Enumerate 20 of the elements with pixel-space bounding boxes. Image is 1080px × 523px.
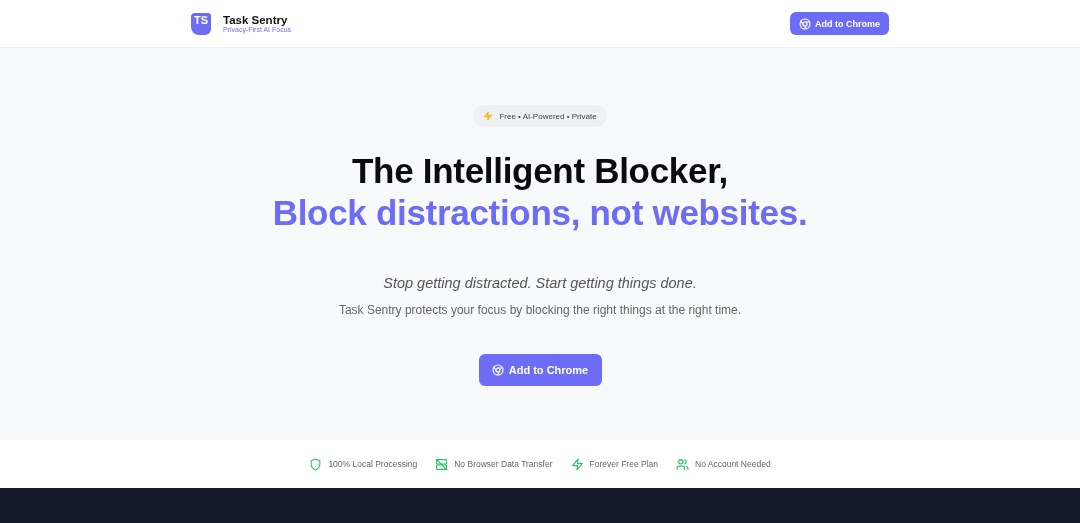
lightning-icon — [483, 111, 494, 121]
lightning-icon — [570, 457, 584, 471]
feature-label: Forever Free Plan — [589, 459, 658, 469]
hero-tagline: Stop getting distracted. Start getting things done. — [383, 275, 697, 291]
add-to-chrome-button[interactable]: Add to Chrome — [478, 354, 602, 386]
hero-title: The Intelligent Blocker, — [352, 150, 728, 192]
shield-icon — [309, 457, 323, 471]
logo: TS — [191, 12, 211, 35]
hero-subtitle-accent: Block distractions, not websites. — [272, 192, 808, 234]
chrome-icon — [491, 364, 504, 376]
users-icon — [676, 457, 689, 471]
feature-label: No Account Needed — [695, 459, 771, 469]
hero-description: Task Sentry protects your focus by blocking the right things at the right time. — [338, 303, 742, 317]
brand-name: Task Sentry — [223, 14, 288, 26]
add-to-chrome-button[interactable]: Add to Chrome — [790, 12, 889, 35]
feature-label: No Browser Data Transfer — [454, 459, 553, 469]
badge-text: Free • AI-Powered • Private — [499, 111, 597, 121]
server-off-icon — [435, 457, 449, 471]
chrome-icon — [799, 17, 811, 30]
feature-label: 100% Local Processing — [328, 459, 418, 469]
